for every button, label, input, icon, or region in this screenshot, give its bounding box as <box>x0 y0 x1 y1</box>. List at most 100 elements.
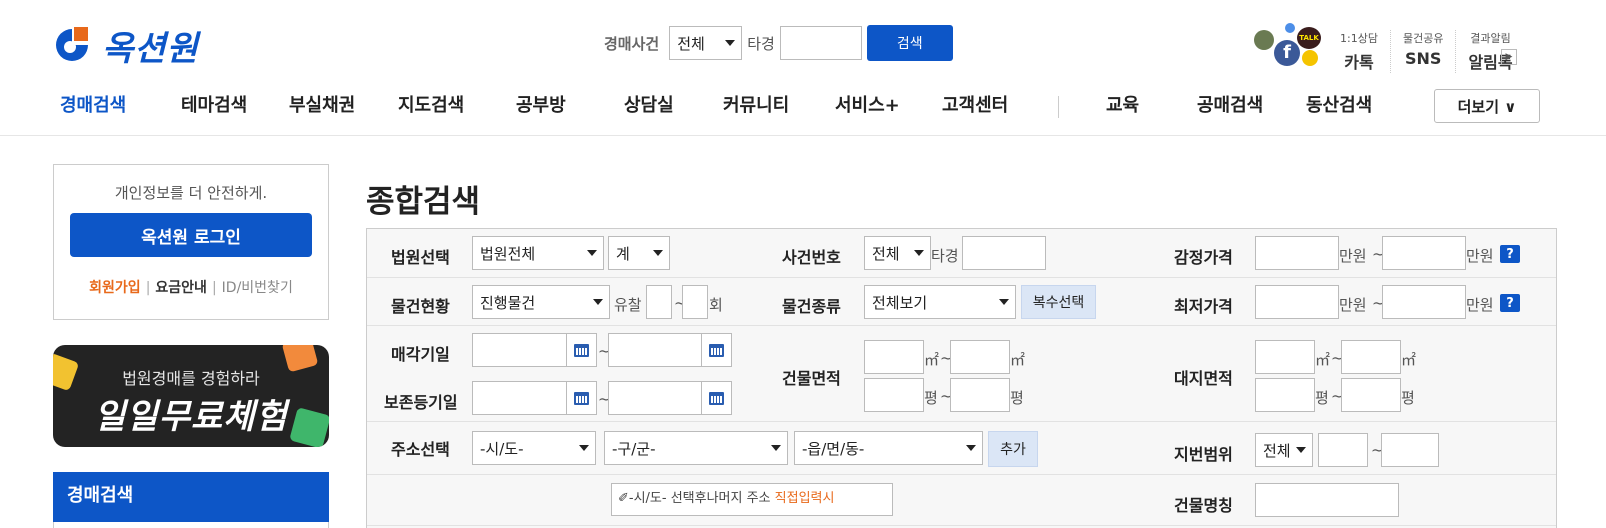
kakao-consult-link[interactable]: 1:1상담 카톡 <box>1328 30 1391 73</box>
building-area-m2-max[interactable] <box>950 340 1010 374</box>
help-icon[interactable]: ? <box>1500 245 1520 263</box>
select-value: 법원전체 <box>480 244 536 263</box>
link-separator: | <box>211 280 217 296</box>
court-select-field[interactable]: 법원전체 <box>472 236 604 270</box>
unit-label: 만원 <box>1339 296 1367 314</box>
select-value: 전체 <box>1263 441 1291 460</box>
nav-npl[interactable]: 부실채권 <box>289 92 355 120</box>
calendar-icon[interactable] <box>567 381 597 415</box>
nav-public-auction[interactable]: 공매검색 <box>1197 92 1263 120</box>
multi-select-button[interactable]: 복수선택 <box>1021 285 1096 319</box>
min-price-max-input[interactable] <box>1382 285 1466 319</box>
appraisal-label: 감정가격 <box>1174 248 1233 267</box>
link-title: SNS <box>1404 49 1442 68</box>
case-number-label: 사건번호 <box>782 248 841 267</box>
fail-min-input[interactable] <box>646 285 672 319</box>
gugun-select[interactable]: -구/군- <box>604 431 788 465</box>
lot-max-input[interactable] <box>1381 433 1439 467</box>
lot-range-select[interactable]: 전체 <box>1255 433 1313 467</box>
social-icons[interactable]: f TALK <box>1254 22 1321 68</box>
case-number-field[interactable] <box>962 236 1046 270</box>
sidebar-list <box>53 522 329 528</box>
naver-icon <box>1254 30 1274 50</box>
nav-services[interactable]: 서비스+ <box>835 92 900 120</box>
find-id-link[interactable]: ID/비번찾기 <box>222 280 293 296</box>
reg-date-from-input[interactable] <box>472 381 567 415</box>
address-direct-input[interactable]: ✐-시/도- 선택후나머지 주소 직접입력시 <box>611 483 893 516</box>
link-caption: 물건공유 <box>1402 32 1444 45</box>
land-area-m2-max[interactable] <box>1341 340 1401 374</box>
appraisal-max-input[interactable] <box>1382 236 1466 270</box>
building-area-m2-min[interactable] <box>864 340 924 374</box>
sale-date-to-input[interactable] <box>608 333 702 367</box>
land-area-py-min[interactable] <box>1255 378 1315 412</box>
status-select[interactable]: 진행물건 <box>472 285 610 319</box>
calendar-icon[interactable] <box>702 381 732 415</box>
nav-theme-search[interactable]: 테마검색 <box>181 92 247 120</box>
select-value: 전체보기 <box>872 293 928 312</box>
reg-date-to-input[interactable] <box>608 381 702 415</box>
header-search-label: 경매사건 <box>604 34 660 53</box>
row-divider <box>367 525 1556 526</box>
case-prefix-label: 타경 <box>931 247 959 265</box>
chevron-down-icon <box>966 445 976 451</box>
nav-community[interactable]: 커뮤니티 <box>723 92 789 120</box>
building-name-input[interactable] <box>1255 483 1399 517</box>
sido-select[interactable]: -시/도- <box>472 431 596 465</box>
land-area-py-max[interactable] <box>1341 378 1401 412</box>
min-price-label: 최저가격 <box>1174 297 1233 316</box>
sale-date-from-input[interactable] <box>472 333 567 367</box>
calendar-icon[interactable] <box>567 333 597 367</box>
login-button[interactable]: 옥션원 로그인 <box>70 213 312 257</box>
free-trial-banner[interactable]: 법원경매를 경험하라 일일무료체험 <box>53 345 329 447</box>
nav-auction-search[interactable]: 경매검색 <box>60 92 126 120</box>
logo[interactable]: 옥션원 <box>52 22 199 69</box>
select-value: 계 <box>616 244 630 263</box>
item-type-select[interactable]: 전체보기 <box>864 285 1016 319</box>
pricing-link[interactable]: 요금안내 <box>155 280 207 296</box>
case-court-select[interactable]: 전체 <box>864 236 931 270</box>
add-address-button[interactable]: 추가 <box>988 431 1038 467</box>
court-label: 법원선택 <box>391 248 450 267</box>
building-name-label: 건물명칭 <box>1174 496 1233 515</box>
more-button[interactable]: 더보기 ∨ <box>1434 89 1540 123</box>
unit-m2: ㎡ <box>1401 351 1417 369</box>
case-prefix: 타경 <box>747 34 775 53</box>
help-icon[interactable]: ? <box>1500 294 1520 312</box>
sns-share-link[interactable]: 물건공유 SNS <box>1391 30 1457 73</box>
unit-m2: ㎡ <box>1010 351 1026 369</box>
nav-education[interactable]: 교육 <box>1106 92 1139 120</box>
calendar-icon[interactable] <box>702 333 732 367</box>
kakaotalk-icon: TALK <box>1297 27 1321 49</box>
lot-min-input[interactable] <box>1318 433 1368 467</box>
row-divider <box>367 325 1556 326</box>
unit-m2: ㎡ <box>924 351 940 369</box>
row-divider <box>367 474 1556 475</box>
nav-study-room[interactable]: 공부방 <box>516 92 566 120</box>
header-search-button[interactable]: 검색 <box>866 25 953 61</box>
dong-select[interactable]: -읍/면/동- <box>794 431 983 465</box>
case-number-input[interactable] <box>779 26 862 60</box>
min-price-min-input[interactable] <box>1255 285 1339 319</box>
appraisal-min-input[interactable] <box>1255 236 1339 270</box>
header-links: 1:1상담 카톡 물건공유 SNS 결과알림 알림톡 <box>1328 30 1525 73</box>
court-select[interactable]: 전체 <box>669 26 743 60</box>
login-box: 개인정보를 더 안전하게. 옥션원 로그인 회원가입 | 요금안내 | ID/비번찾기 <box>53 164 329 320</box>
building-area-py-min[interactable] <box>864 378 924 412</box>
nav-map-search[interactable]: 지도검색 <box>398 92 464 120</box>
nav-movable-search[interactable]: 동산검색 <box>1306 92 1372 120</box>
sidebar-section-title[interactable]: 경매검색 <box>53 472 329 522</box>
unit-pyeong: 평 <box>1401 389 1415 407</box>
building-area-py-max[interactable] <box>950 378 1010 412</box>
login-message: 개인정보를 더 안전하게. <box>114 184 268 202</box>
signup-link[interactable]: 회원가입 <box>89 280 141 296</box>
fail-max-input[interactable] <box>682 285 708 319</box>
nav-customer-center[interactable]: 고객센터 <box>942 92 1008 120</box>
chevron-down-icon <box>587 250 597 256</box>
fail-count-label: 유찰 <box>614 296 642 314</box>
court-branch-select[interactable]: 계 <box>608 236 670 270</box>
nav-consulting[interactable]: 상담실 <box>624 92 674 120</box>
land-area-m2-min[interactable] <box>1255 340 1315 374</box>
kakaostory-icon <box>1302 50 1318 66</box>
next-arrow-icon[interactable]: ▶ <box>1501 49 1517 65</box>
